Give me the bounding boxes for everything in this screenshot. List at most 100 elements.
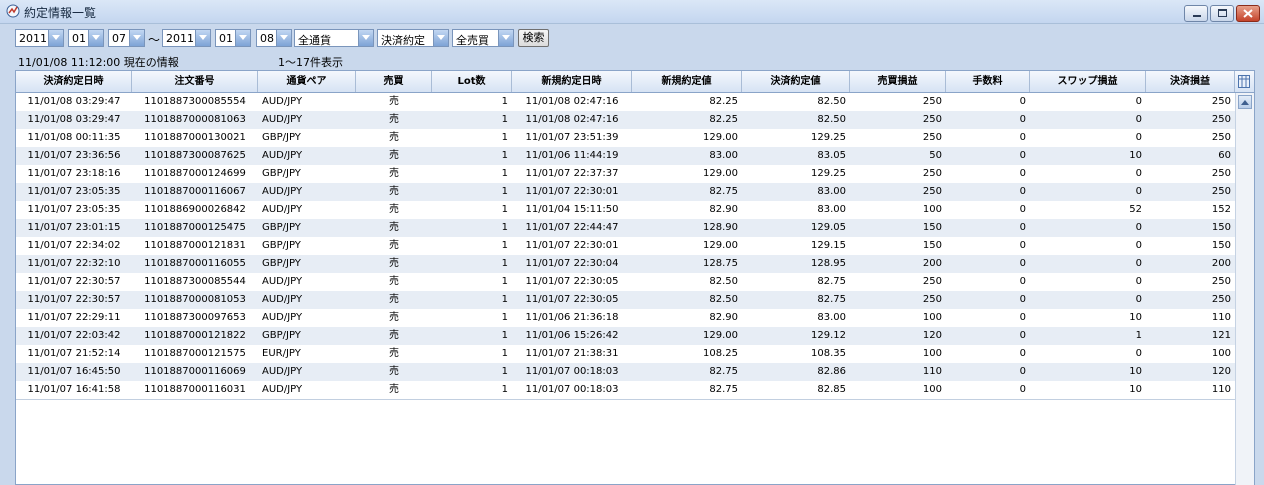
trade-type-select[interactable]: 決済約定 (377, 29, 449, 47)
cell-close-price: 82.85 (817, 384, 846, 395)
cell-open-time: 11/01/07 22:30:04 (525, 258, 619, 269)
currency-select[interactable]: 全通貨 (294, 29, 374, 47)
cell-lot: 1 (501, 240, 508, 251)
chevron-down-icon[interactable] (276, 30, 291, 46)
table-row[interactable]: 11/01/07 23:05:35 1101886900026842 AUD/JPY… (16, 201, 1235, 219)
cell-commission: 0 (1019, 96, 1026, 107)
cell-currency-pair: AUD/JPY (262, 294, 303, 305)
column-header-net-pl[interactable]: 決済損益 (1146, 71, 1235, 92)
table-row[interactable]: 11/01/07 23:36:56 1101887300087625 AUD/JPY… (16, 147, 1235, 165)
table-row[interactable]: 11/01/07 23:01:15 1101887000125475 GBP/JPY… (16, 219, 1235, 237)
cell-order-number: 1101887300087625 (144, 150, 246, 161)
from-year-select[interactable]: 2011 (15, 29, 64, 47)
cell-settle-time: 11/01/07 16:45:50 (27, 366, 121, 377)
chevron-down-icon[interactable] (358, 30, 373, 46)
column-header-open-time[interactable]: 新規約定日時 (512, 71, 632, 92)
cell-order-number: 1101886900026842 (144, 204, 246, 215)
table-row[interactable]: 11/01/07 23:18:16 1101887000124699 GBP/JPY… (16, 165, 1235, 183)
cell-commission: 0 (1019, 348, 1026, 359)
table-row[interactable]: 11/01/07 22:34:02 1101887000121831 GBP/JPY… (16, 237, 1235, 255)
search-button[interactable]: 検索 (518, 29, 549, 47)
column-header-commission[interactable]: 手数料 (946, 71, 1030, 92)
cell-commission: 0 (1019, 384, 1026, 395)
maximize-button[interactable] (1210, 5, 1234, 22)
cell-swap-pl: 0 (1135, 348, 1142, 359)
trade-type-value: 決済約定 (381, 34, 425, 47)
chevron-down-icon[interactable] (195, 30, 210, 46)
cell-commission: 0 (1019, 222, 1026, 233)
chevron-down-icon[interactable] (88, 30, 103, 46)
cell-open-price: 128.75 (703, 258, 738, 269)
column-header-order-number[interactable]: 注文番号 (132, 71, 258, 92)
chevron-down-icon[interactable] (433, 30, 448, 46)
cell-order-number: 1101887000121822 (144, 330, 246, 341)
cell-lot: 1 (501, 294, 508, 305)
to-year-select[interactable]: 2011 (162, 29, 211, 47)
table-row[interactable]: 11/01/08 00:11:35 1101887000130021 GBP/JPY… (16, 129, 1235, 147)
cell-open-price: 82.75 (709, 186, 738, 197)
filter-toolbar: 2011 01 07 ～ 2011 01 08 全通貨 決済約定 全売買 検索 (0, 24, 1264, 52)
column-header-trade-pl[interactable]: 売買損益 (850, 71, 946, 92)
cell-close-price: 129.25 (811, 168, 846, 179)
cell-settle-time: 11/01/07 23:18:16 (27, 168, 121, 179)
table-row[interactable]: 11/01/07 22:29:11 1101887300097653 AUD/JPY… (16, 309, 1235, 327)
cell-lot: 1 (501, 258, 508, 269)
table-row[interactable]: 11/01/08 03:29:47 1101887300085554 AUD/JPY… (16, 93, 1235, 111)
cell-currency-pair: AUD/JPY (262, 96, 303, 107)
cell-side: 売 (389, 186, 399, 197)
chevron-down-icon[interactable] (235, 30, 250, 46)
cell-order-number: 1101887000130021 (144, 132, 246, 143)
table-row[interactable]: 11/01/07 22:30:57 1101887300085544 AUD/JPY… (16, 273, 1235, 291)
from-month-value: 01 (72, 32, 86, 45)
cell-order-number: 1101887000116069 (144, 366, 246, 377)
table-row[interactable]: 11/01/07 22:32:10 1101887000116055 GBP/JPY… (16, 255, 1235, 273)
cell-commission: 0 (1019, 114, 1026, 125)
cell-lot: 1 (501, 384, 508, 395)
column-header-currency-pair[interactable]: 通貨ペア (258, 71, 356, 92)
cell-open-time: 11/01/07 00:18:03 (525, 384, 619, 395)
column-chooser-button[interactable] (1235, 71, 1254, 93)
column-header-lot[interactable]: Lot数 (432, 71, 512, 92)
to-month-select[interactable]: 01 (215, 29, 251, 47)
vertical-scrollbar[interactable] (1235, 93, 1254, 485)
cell-side: 売 (389, 150, 399, 161)
cell-close-price: 82.50 (817, 96, 846, 107)
column-header-settle-time[interactable]: 決済約定日時 (16, 71, 132, 92)
cell-net-pl: 150 (1211, 222, 1231, 233)
cell-close-price: 129.12 (811, 330, 846, 341)
table-row[interactable]: 11/01/08 03:29:47 1101887000081063 AUD/JPY… (16, 111, 1235, 129)
side-select[interactable]: 全売買 (452, 29, 514, 47)
close-button[interactable] (1236, 5, 1260, 22)
cell-open-time: 11/01/07 22:30:05 (525, 294, 619, 305)
to-day-select[interactable]: 08 (256, 29, 292, 47)
cell-settle-time: 11/01/07 23:01:15 (27, 222, 121, 233)
cell-trade-pl: 100 (922, 204, 942, 215)
table-row[interactable]: 11/01/07 22:30:57 1101887000081053 AUD/JPY… (16, 291, 1235, 309)
table-row[interactable]: 11/01/07 16:41:58 1101887000116031 AUD/JPY… (16, 381, 1235, 399)
column-header-open-price[interactable]: 新規約定値 (632, 71, 742, 92)
cell-open-time: 11/01/08 02:47:16 (525, 114, 619, 125)
cell-trade-pl: 250 (922, 132, 942, 143)
cell-net-pl: 250 (1211, 168, 1231, 179)
cell-open-time: 11/01/07 22:37:37 (525, 168, 619, 179)
cell-swap-pl: 0 (1135, 186, 1142, 197)
cell-commission: 0 (1019, 312, 1026, 323)
column-header-side[interactable]: 売買 (356, 71, 432, 92)
table-row[interactable]: 11/01/07 22:03:42 1101887000121822 GBP/JPY… (16, 327, 1235, 345)
table-row[interactable]: 11/01/07 23:05:35 1101887000116067 AUD/JPY… (16, 183, 1235, 201)
chevron-down-icon[interactable] (48, 30, 63, 46)
column-header-close-price[interactable]: 決済約定値 (742, 71, 850, 92)
cell-lot: 1 (501, 222, 508, 233)
cell-swap-pl: 0 (1135, 294, 1142, 305)
table-row[interactable]: 11/01/07 21:52:14 1101887000121575 EUR/JPY… (16, 345, 1235, 363)
cell-open-time: 11/01/07 22:30:01 (525, 186, 619, 197)
from-month-select[interactable]: 01 (68, 29, 104, 47)
column-header-swap-pl[interactable]: スワップ損益 (1030, 71, 1146, 92)
minimize-button[interactable] (1184, 5, 1208, 22)
scroll-up-button[interactable] (1238, 95, 1252, 109)
from-day-select[interactable]: 07 (108, 29, 145, 47)
chevron-down-icon[interactable] (498, 30, 513, 46)
cell-currency-pair: GBP/JPY (262, 330, 301, 341)
table-row[interactable]: 11/01/07 16:45:50 1101887000116069 AUD/JPY… (16, 363, 1235, 381)
chevron-down-icon[interactable] (129, 30, 144, 46)
